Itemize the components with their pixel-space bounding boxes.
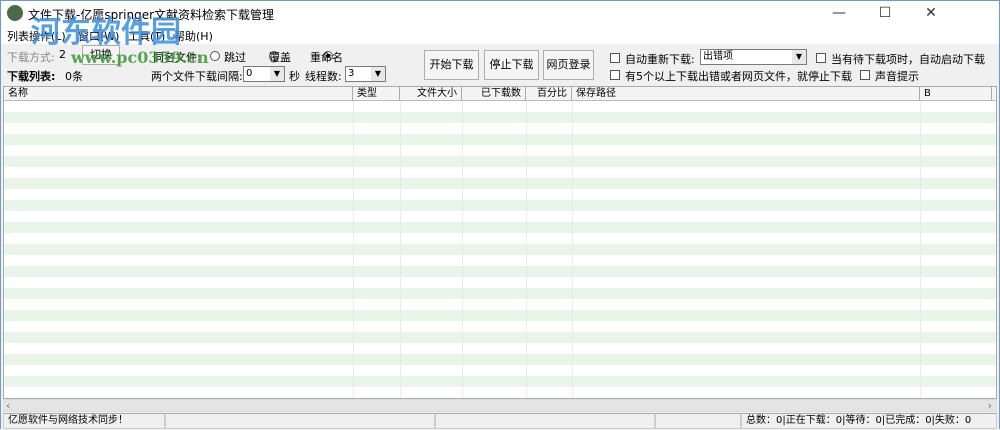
table-row — [4, 167, 996, 178]
download-list-label: 下载列表: — [7, 70, 56, 83]
interval-label: 两个文件下载间隔: — [151, 70, 243, 83]
table-row — [4, 145, 996, 156]
col-size[interactable]: 文件大小 — [400, 87, 462, 101]
radio-rename-label: 重命名 — [310, 51, 343, 64]
status-panel-3 — [435, 413, 655, 429]
start-download-button[interactable]: 开始下载 — [424, 50, 479, 80]
chevron-down-icon: ▼ — [270, 67, 284, 81]
interval-value: 0 — [246, 68, 253, 79]
auto-retry-label: 自动重新下载: — [625, 53, 695, 66]
radio-overwrite-label: 覆盖 — [269, 51, 291, 64]
stop-on-errors-label: 有5个以上下载出错或者网页文件，就停止下载 — [625, 70, 852, 83]
scroll-left-icon[interactable]: ‹ — [6, 399, 10, 412]
minimize-button[interactable]: — — [816, 1, 862, 25]
threads-select[interactable]: 3 ▼ — [345, 66, 386, 82]
table-row — [4, 178, 996, 189]
watermark-url: www.pc0359.cn — [71, 48, 209, 67]
chevron-down-icon: ▼ — [371, 67, 385, 81]
watermark-logo: 河东软件园 — [31, 15, 181, 50]
mode-label: 下载方式: — [7, 51, 55, 64]
radio-skip[interactable] — [210, 51, 220, 61]
table-row — [4, 310, 996, 321]
table-row — [4, 134, 996, 145]
table-row — [4, 255, 996, 266]
table-body — [4, 101, 996, 398]
auto-start-checkbox[interactable] — [816, 53, 826, 63]
maximize-button[interactable]: ☐ — [862, 1, 908, 25]
auto-retry-checkbox[interactable] — [610, 53, 620, 63]
table-row — [4, 112, 996, 123]
seconds-label: 秒 — [289, 70, 300, 83]
auto-retry-value: 出错项 — [703, 51, 733, 62]
table-row — [4, 376, 996, 387]
col-percent[interactable]: 百分比 — [526, 87, 572, 101]
close-button[interactable]: ✕ — [908, 1, 954, 25]
table-row — [4, 123, 996, 134]
table-row — [4, 156, 996, 167]
stop-download-button[interactable]: 停止下载 — [484, 50, 539, 80]
auto-retry-select[interactable]: 出错项 ▼ — [700, 49, 807, 65]
web-login-button[interactable]: 网页登录 — [543, 50, 594, 80]
sound-checkbox[interactable] — [860, 70, 870, 80]
sound-label: 声音提示 — [875, 70, 919, 83]
table-row — [4, 211, 996, 222]
table-row — [4, 233, 996, 244]
scroll-right-icon[interactable]: › — [988, 399, 992, 412]
table-row — [4, 321, 996, 332]
status-bar: 亿愿软件与网络技术同步！ 总数：0|正在下载：0|等待：0|已完成：0|失败：0 — [1, 412, 999, 430]
table-row — [4, 222, 996, 233]
col-downloaded[interactable]: 已下载数 — [462, 87, 526, 101]
col-type[interactable]: 类型 — [353, 87, 400, 101]
threads-value: 3 — [348, 68, 355, 79]
chevron-down-icon: ▼ — [792, 50, 806, 64]
table-header: 名称 类型 文件大小 已下载数 百分比 保存路径 B — [4, 87, 996, 101]
status-panel-4 — [655, 413, 741, 429]
horizontal-scrollbar[interactable]: ‹ › — [3, 399, 997, 412]
auto-start-label: 当有待下载项时，自动启动下载 — [831, 53, 985, 66]
table-row — [4, 387, 996, 398]
status-message: 亿愿软件与网络技术同步！ — [3, 413, 165, 429]
col-b[interactable]: B — [920, 87, 992, 101]
stop-on-errors-checkbox[interactable] — [610, 70, 620, 80]
table-row — [4, 288, 996, 299]
radio-skip-label: 跳过 — [224, 51, 246, 64]
app-icon — [7, 5, 23, 21]
download-list-count: 0条 — [65, 70, 83, 83]
status-counts: 总数：0|正在下载：0|等待：0|已完成：0|失败：0 — [741, 413, 997, 429]
table-row — [4, 101, 996, 112]
table-row — [4, 266, 996, 277]
col-save-path[interactable]: 保存路径 — [572, 87, 920, 101]
table-row — [4, 354, 996, 365]
table-row — [4, 277, 996, 288]
table-row — [4, 200, 996, 211]
interval-select[interactable]: 0 ▼ — [243, 66, 285, 82]
download-table[interactable]: 名称 类型 文件大小 已下载数 百分比 保存路径 B — [3, 86, 997, 399]
status-panel-2 — [165, 413, 435, 429]
col-name[interactable]: 名称 — [4, 87, 353, 101]
threads-label: 线程数: — [305, 70, 342, 83]
table-row — [4, 299, 996, 310]
table-row — [4, 189, 996, 200]
table-row — [4, 365, 996, 376]
table-row — [4, 244, 996, 255]
table-row — [4, 332, 996, 343]
table-row — [4, 343, 996, 354]
